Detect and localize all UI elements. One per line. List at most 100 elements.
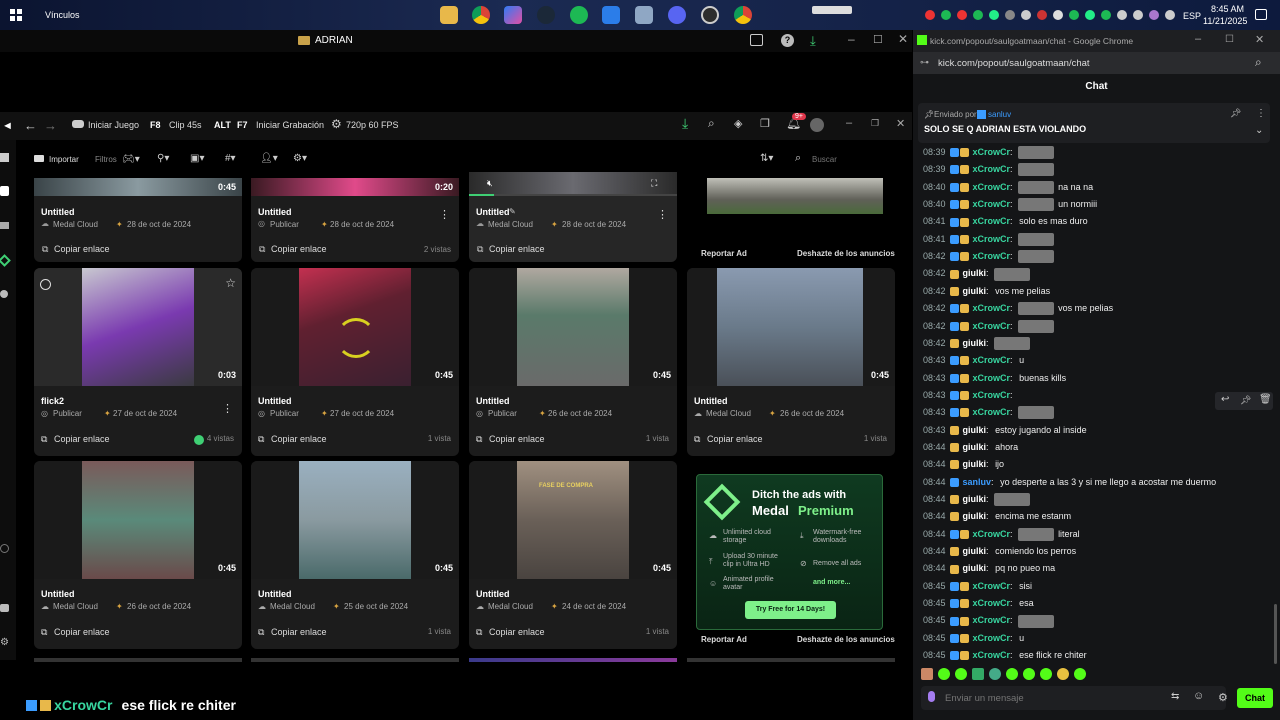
chat-message[interactable]: 08:44 giulki: ahora	[923, 440, 1018, 454]
report-ad-link[interactable]: Reportar Ad	[701, 635, 747, 644]
message-username[interactable]: xCrowCr	[973, 407, 1011, 417]
search-icon[interactable]: ⌕	[1255, 55, 1262, 70]
message-username[interactable]: giulki	[963, 494, 987, 504]
emote-icon[interactable]	[1023, 668, 1035, 680]
clip-title[interactable]: Untitled	[258, 396, 292, 406]
clips-icon[interactable]: ❐	[760, 117, 770, 130]
premium-icon[interactable]: ◈	[734, 117, 742, 130]
message-username[interactable]: giulki	[963, 563, 987, 573]
close-icon[interactable]: ✕	[1255, 33, 1264, 46]
emote-icon[interactable]	[1074, 668, 1086, 680]
clip-card[interactable]: 0:20 Untitled ◎ Publicar ✦ 28 de oct de …	[251, 178, 459, 262]
mute-icon[interactable]: 🔇︎	[487, 178, 493, 189]
clip-card[interactable]: FASE DE COMPRA 0:45 Untitled ☁ Medal Clo…	[469, 461, 677, 649]
discord-icon[interactable]	[668, 6, 686, 24]
chat-message[interactable]: 08:43 giulki: estoy jugando al inside	[923, 423, 1087, 437]
chat-message[interactable]: 08:42 xCrowCr: vos me pelias	[923, 301, 1113, 316]
chat-settings-icon[interactable]: ⚙	[1218, 691, 1228, 704]
chat-message[interactable]: 08:42 xCrowCr:	[923, 249, 1058, 264]
message-username[interactable]: giulki	[963, 459, 987, 469]
remove-ads-link[interactable]: Deshazte de los anuncios	[797, 249, 895, 258]
emoji-icon[interactable]: ☺	[1193, 690, 1204, 702]
chat-message[interactable]: 08:40 xCrowCr: na na na	[923, 180, 1093, 194]
clock-date[interactable]: 11/21/2025	[1203, 16, 1247, 26]
sidebar-premium-icon[interactable]	[0, 254, 11, 267]
emote-picker-icon[interactable]: ⇆	[1171, 691, 1179, 702]
chat-message[interactable]: 08:39 xCrowCr:	[923, 162, 1058, 177]
message-username[interactable]: xCrowCr	[973, 355, 1011, 365]
minimize-icon[interactable]: –	[846, 117, 852, 129]
clip-thumbnail[interactable]	[687, 268, 895, 386]
tray-icon[interactable]	[1005, 10, 1015, 20]
tray-icon[interactable]	[1117, 10, 1127, 20]
chat-scrollbar[interactable]	[1274, 604, 1277, 664]
app-icon[interactable]	[635, 6, 653, 24]
avatar[interactable]	[810, 118, 824, 132]
select-checkbox[interactable]	[40, 279, 51, 290]
message-username[interactable]: xCrowCr	[973, 615, 1011, 625]
sidebar-clips-icon[interactable]	[0, 186, 9, 196]
chat-message[interactable]: 08:45 xCrowCr: u	[923, 631, 1024, 645]
message-username[interactable]: giulki	[963, 511, 987, 521]
sort-icon[interactable]: ⇅▾	[760, 153, 773, 164]
emote-icon[interactable]	[938, 668, 950, 680]
minimize-icon[interactable]: –	[848, 32, 855, 46]
microphone-icon[interactable]	[928, 691, 935, 702]
copy-link-button[interactable]: Copiar enlace	[54, 627, 110, 637]
windows-start-icon[interactable]	[10, 9, 22, 21]
chat-message[interactable]: 08:41 xCrowCr: solo es mas duro	[923, 214, 1088, 228]
chat-message[interactable]: 08:42 xCrowCr:	[923, 319, 1058, 333]
clip-title[interactable]: flick2	[41, 396, 64, 406]
tray-icon[interactable]	[1133, 10, 1143, 20]
chrome-2-icon[interactable]	[734, 6, 752, 24]
message-username[interactable]: xCrowCr	[973, 598, 1011, 608]
chat-message[interactable]: 08:44 giulki: encima me estanm	[923, 509, 1071, 523]
message-username[interactable]: giulki	[963, 286, 987, 296]
maximize-icon[interactable]: ❐	[871, 118, 879, 129]
clip-thumbnail[interactable]	[251, 658, 459, 662]
tray-icon[interactable]	[1053, 10, 1063, 20]
clip-title[interactable]: Untitled	[476, 207, 510, 217]
clip-card[interactable]: 0:45 Untitled ☁ Medal Cloud ✦ 26 de oct …	[34, 461, 242, 649]
clip-title[interactable]: Untitled	[41, 207, 75, 217]
close-icon[interactable]: ✕	[896, 117, 905, 130]
clip-thumbnail[interactable]	[34, 461, 242, 579]
emote-icon[interactable]	[972, 668, 984, 680]
copilot-icon[interactable]	[504, 6, 522, 24]
message-username[interactable]: xCrowCr	[973, 321, 1011, 331]
sidebar-home-icon[interactable]	[0, 153, 9, 162]
url-text[interactable]: kick.com/popout/saulgoatmaan/chat	[938, 58, 1090, 69]
sidebar-groups-icon[interactable]	[0, 290, 8, 298]
emote-icon[interactable]	[921, 668, 933, 680]
copy-link-button[interactable]: Copiar enlace	[54, 434, 110, 444]
chat-message[interactable]: 08:45 xCrowCr: esa	[923, 596, 1034, 610]
chat-message[interactable]: 08:44 sanluv: yo desperte a las 3 y si me…	[923, 475, 1216, 489]
chat-message[interactable]: 08:45 xCrowCr: ese flick re chiter	[923, 648, 1087, 662]
emote-icon[interactable]	[989, 668, 1001, 680]
start-recording-button[interactable]: Iniciar Grabación	[256, 120, 324, 130]
more-options-icon[interactable]: ⋮	[1256, 108, 1266, 119]
address-bar[interactable]: ⊶ kick.com/popout/saulgoatmaan/chat ⌕	[913, 52, 1280, 74]
tray-icon[interactable]	[1021, 10, 1031, 20]
clock-time[interactable]: 8:45 AM	[1210, 4, 1244, 14]
emote-icon[interactable]	[1040, 668, 1052, 680]
sidebar-settings-icon[interactable]: ⚙	[0, 637, 9, 648]
maximize-icon[interactable]: ☐	[1225, 34, 1234, 45]
chat-message[interactable]: 08:44 giulki: comiendo los perros	[923, 544, 1076, 558]
message-username[interactable]: xCrowCr	[973, 251, 1011, 261]
store-icon[interactable]	[602, 6, 620, 24]
emote-icon[interactable]	[1006, 668, 1018, 680]
copy-link-button[interactable]: Copiar enlace	[271, 244, 327, 254]
message-username[interactable]: xCrowCr	[973, 216, 1011, 226]
close-icon[interactable]: ✕	[898, 32, 908, 46]
pin-icon[interactable]: 📌︎	[1240, 395, 1251, 406]
sidebar-chat-icon[interactable]	[0, 604, 9, 612]
chat-message[interactable]: 08:40 xCrowCr: un normiii	[923, 197, 1097, 212]
obs-icon[interactable]	[701, 6, 719, 24]
message-username[interactable]: xCrowCr	[973, 633, 1011, 643]
clip-title[interactable]: Untitled	[476, 589, 510, 599]
download-icon[interactable]: ⤓	[810, 33, 816, 49]
clip-thumbnail[interactable]	[251, 178, 459, 196]
screenshot-icon[interactable]	[750, 34, 763, 46]
clip-card[interactable]: 0:45 Untitled ☁ Medal Cloud ✦ 26 de oct …	[687, 268, 895, 456]
